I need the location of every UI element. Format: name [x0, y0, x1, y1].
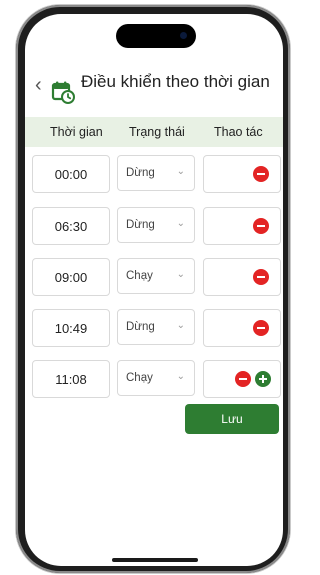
status-value: Chạy — [126, 270, 153, 282]
status-dropdown[interactable]: Chạy ⌄ — [117, 360, 195, 396]
time-input[interactable]: 09:00 — [32, 258, 110, 296]
time-input[interactable]: 11:08 — [32, 360, 110, 398]
time-input[interactable]: 06:30 — [32, 207, 110, 245]
save-button[interactable]: Lưu — [185, 404, 279, 434]
status-dropdown[interactable]: Chạy ⌄ — [117, 258, 195, 294]
status-value: Dừng — [126, 219, 155, 231]
time-input[interactable]: 00:00 — [32, 155, 110, 193]
page-title: Điều khiển theo thời gian — [81, 72, 270, 91]
camera-notch — [116, 24, 196, 48]
schedule-row: 00:00 Dừng ⌄ — [25, 155, 283, 193]
home-indicator — [112, 558, 198, 562]
status-value: Chạy — [126, 372, 153, 384]
page-header: ‹ Điều khiển theo thời gian — [25, 58, 283, 120]
remove-row-button[interactable] — [253, 166, 269, 182]
chevron-down-icon: ⌄ — [176, 166, 185, 177]
status-value: Dừng — [126, 321, 155, 333]
schedule-row: 11:08 Chạy ⌄ — [25, 360, 283, 398]
remove-row-button[interactable] — [253, 320, 269, 336]
column-header-actions: Thao tác — [214, 125, 263, 139]
calendar-clock-icon — [51, 81, 75, 104]
chevron-down-icon: ⌄ — [176, 371, 185, 382]
status-dropdown[interactable]: Dừng ⌄ — [117, 309, 195, 345]
status-dropdown[interactable]: Dừng ⌄ — [117, 155, 195, 191]
table-header: Thời gian Trạng thái Thao tác — [25, 117, 283, 147]
remove-row-button[interactable] — [235, 371, 251, 387]
remove-row-button[interactable] — [253, 269, 269, 285]
column-header-status: Trạng thái — [129, 125, 185, 139]
action-cell — [203, 309, 281, 347]
remove-row-button[interactable] — [253, 218, 269, 234]
schedule-row: 06:30 Dừng ⌄ — [25, 207, 283, 245]
column-header-time: Thời gian — [50, 125, 103, 139]
time-input[interactable]: 10:49 — [32, 309, 110, 347]
app-screen: ‹ Điều khiển theo thời gian Thời gian Tr… — [25, 14, 283, 566]
status-dropdown[interactable]: Dừng ⌄ — [117, 207, 195, 243]
front-camera-icon — [180, 32, 187, 39]
chevron-down-icon: ⌄ — [176, 269, 185, 280]
chevron-down-icon: ⌄ — [176, 320, 185, 331]
add-row-button[interactable] — [255, 371, 271, 387]
action-cell — [203, 207, 281, 245]
schedule-row: 09:00 Chạy ⌄ — [25, 258, 283, 296]
status-value: Dừng — [126, 167, 155, 179]
schedule-row: 10:49 Dừng ⌄ — [25, 309, 283, 347]
chevron-down-icon: ⌄ — [176, 218, 185, 229]
chevron-left-icon[interactable]: ‹ — [35, 75, 49, 95]
action-cell — [203, 360, 281, 398]
action-cell — [203, 155, 281, 193]
action-cell — [203, 258, 281, 296]
